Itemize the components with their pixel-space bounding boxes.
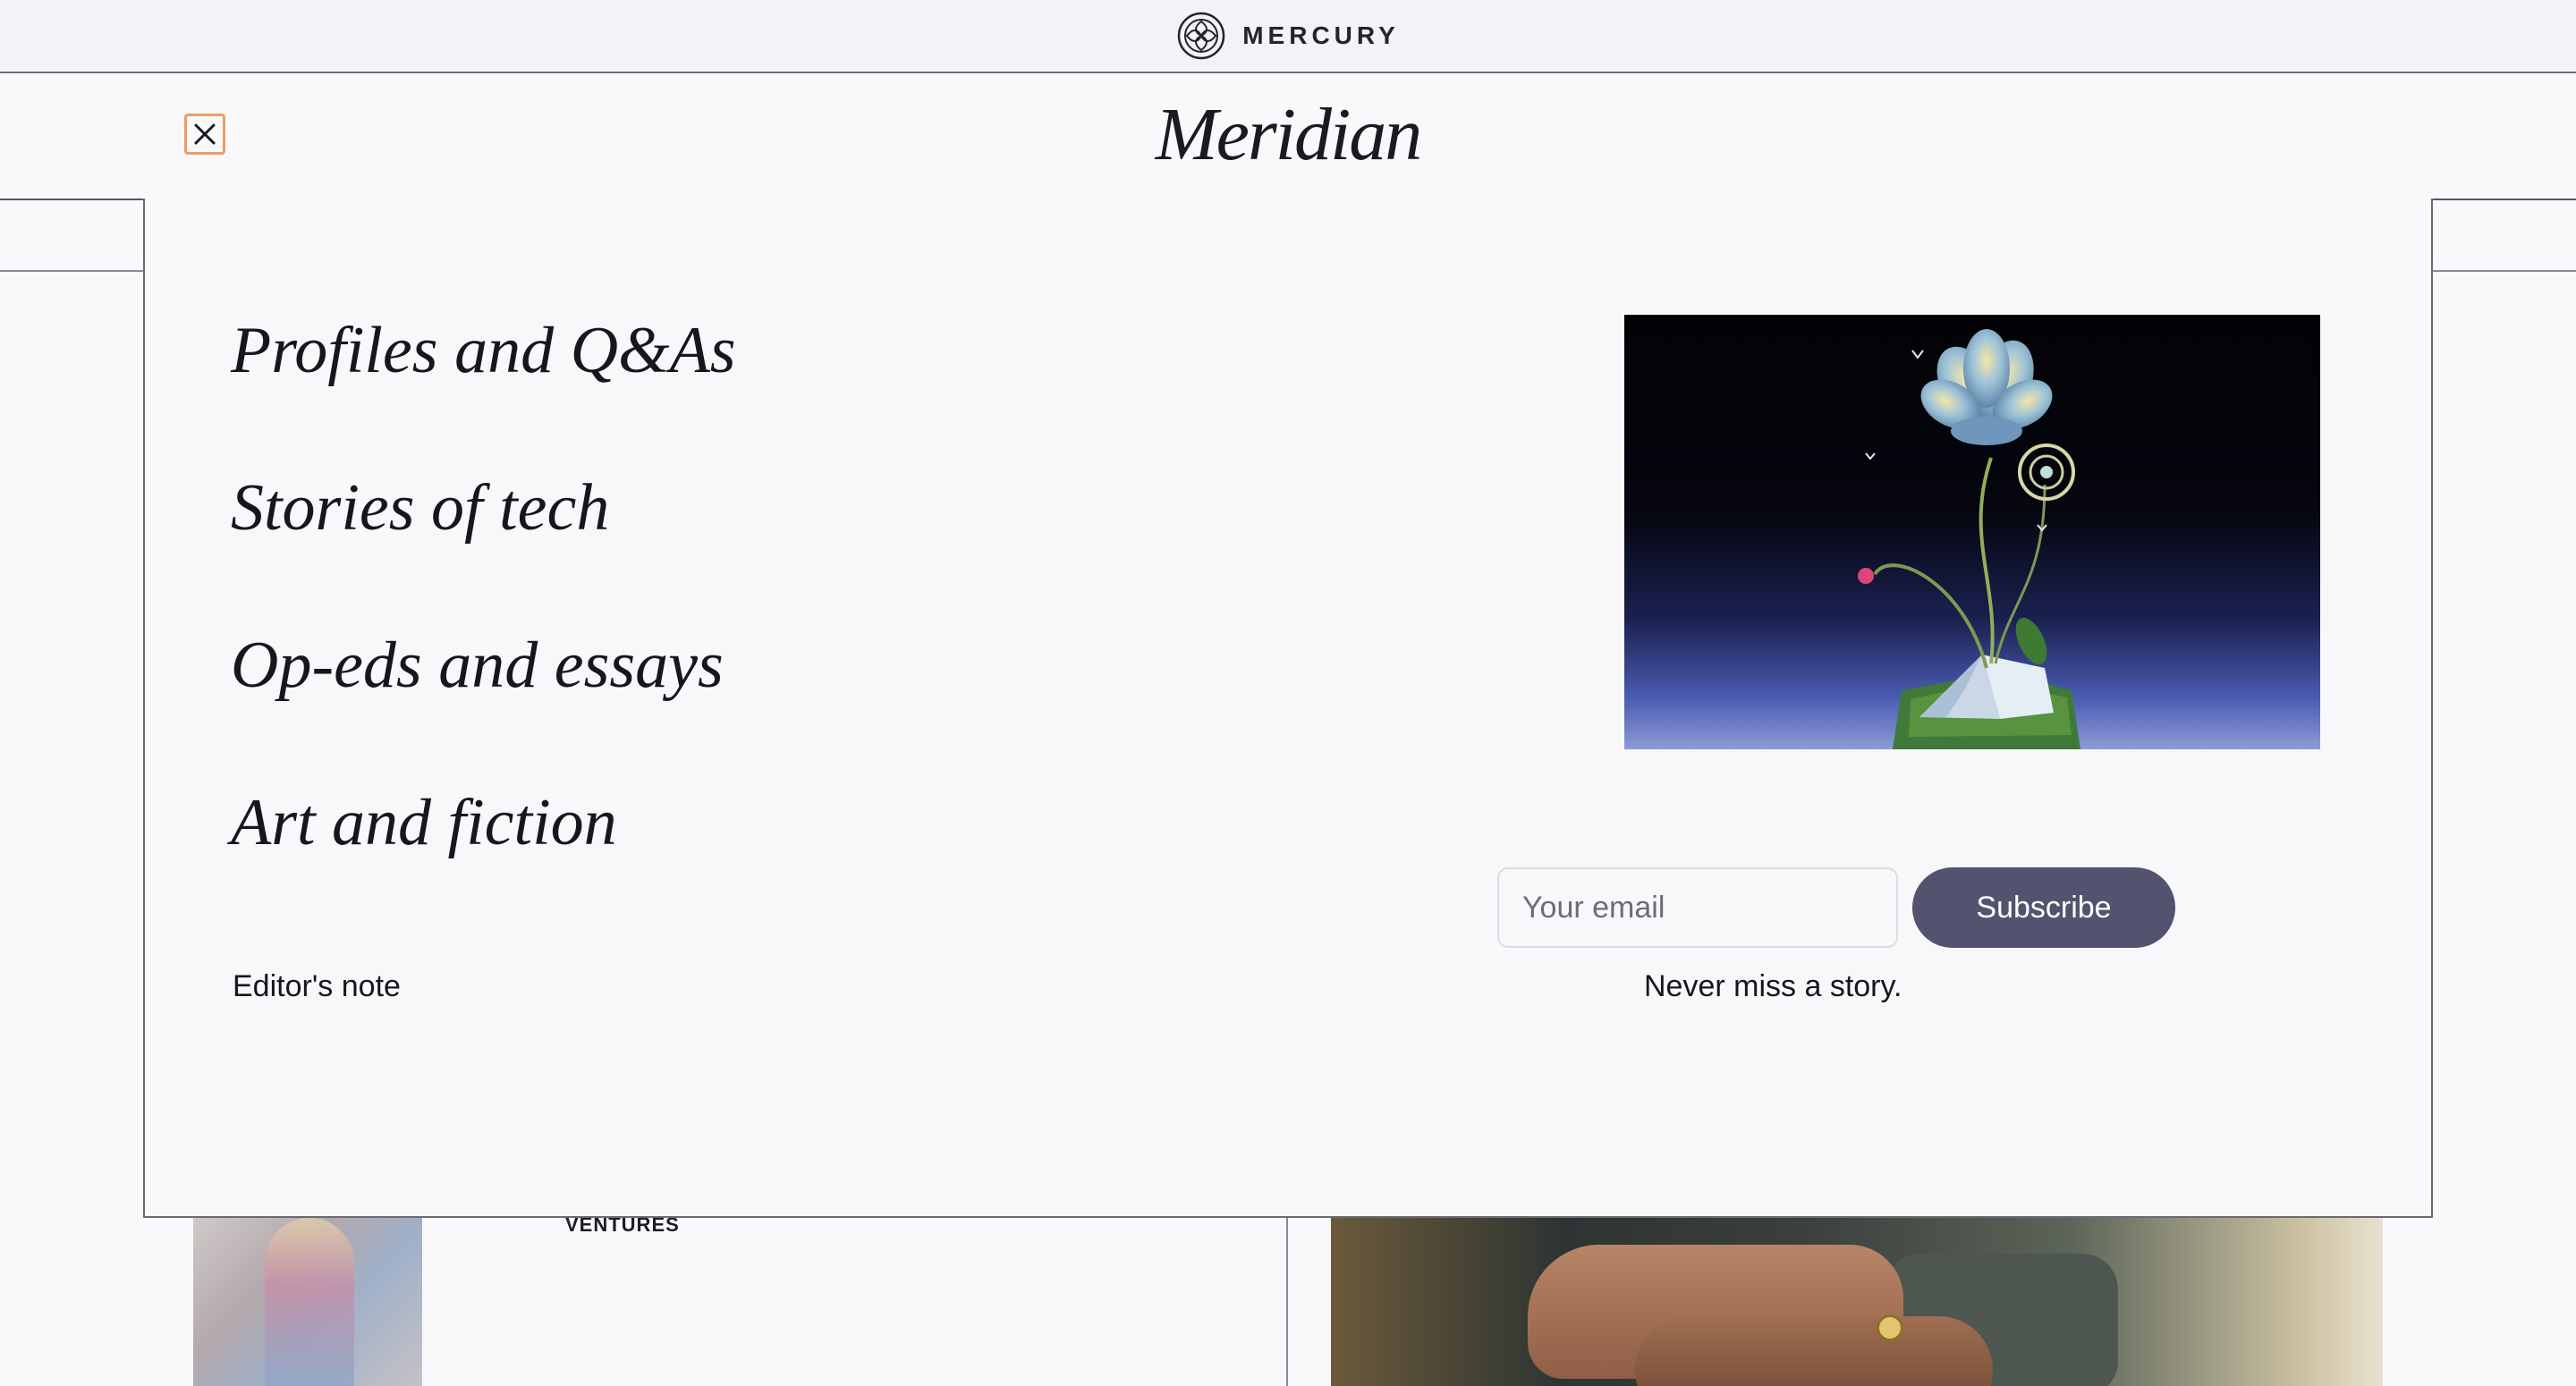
site-header: Meridian	[0, 73, 2576, 200]
email-input[interactable]	[1497, 867, 1898, 948]
brand-name[interactable]: MERCURY	[1242, 21, 1400, 50]
nav-item-art-and-fiction[interactable]: Art and fiction	[231, 787, 736, 944]
subscribe-button[interactable]: Subscribe	[1912, 867, 2175, 948]
editors-note-link[interactable]: Editor's note	[233, 969, 401, 1004]
background-article-thumbnail[interactable]	[193, 1218, 422, 1386]
newsletter-heading: Never miss a story.	[1644, 969, 1902, 1003]
background-column-divider	[1286, 1218, 1288, 1386]
image-hand	[1635, 1316, 1993, 1386]
thumbnail-figure	[265, 1218, 354, 1386]
brand-bar: MERCURY	[0, 0, 2576, 73]
image-cufflink	[1877, 1314, 1903, 1341]
background-article-image[interactable]	[1331, 1218, 2383, 1386]
flower-book-illustration	[1624, 315, 2320, 749]
navigation-menu-panel: Profiles and Q&As Stories of tech Op-eds…	[143, 199, 2433, 1218]
nav-item-stories-of-tech[interactable]: Stories of tech	[231, 472, 736, 630]
nav-item-profiles[interactable]: Profiles and Q&As	[231, 315, 736, 472]
background-divider-left	[0, 270, 143, 272]
nav-item-op-eds[interactable]: Op-eds and essays	[231, 630, 736, 787]
section-nav-list: Profiles and Q&As Stories of tech Op-eds…	[231, 315, 736, 944]
background-divider-right	[2433, 270, 2576, 272]
site-wordmark[interactable]: Meridian	[0, 91, 2576, 178]
mercury-logo-icon[interactable]	[1176, 11, 1226, 61]
